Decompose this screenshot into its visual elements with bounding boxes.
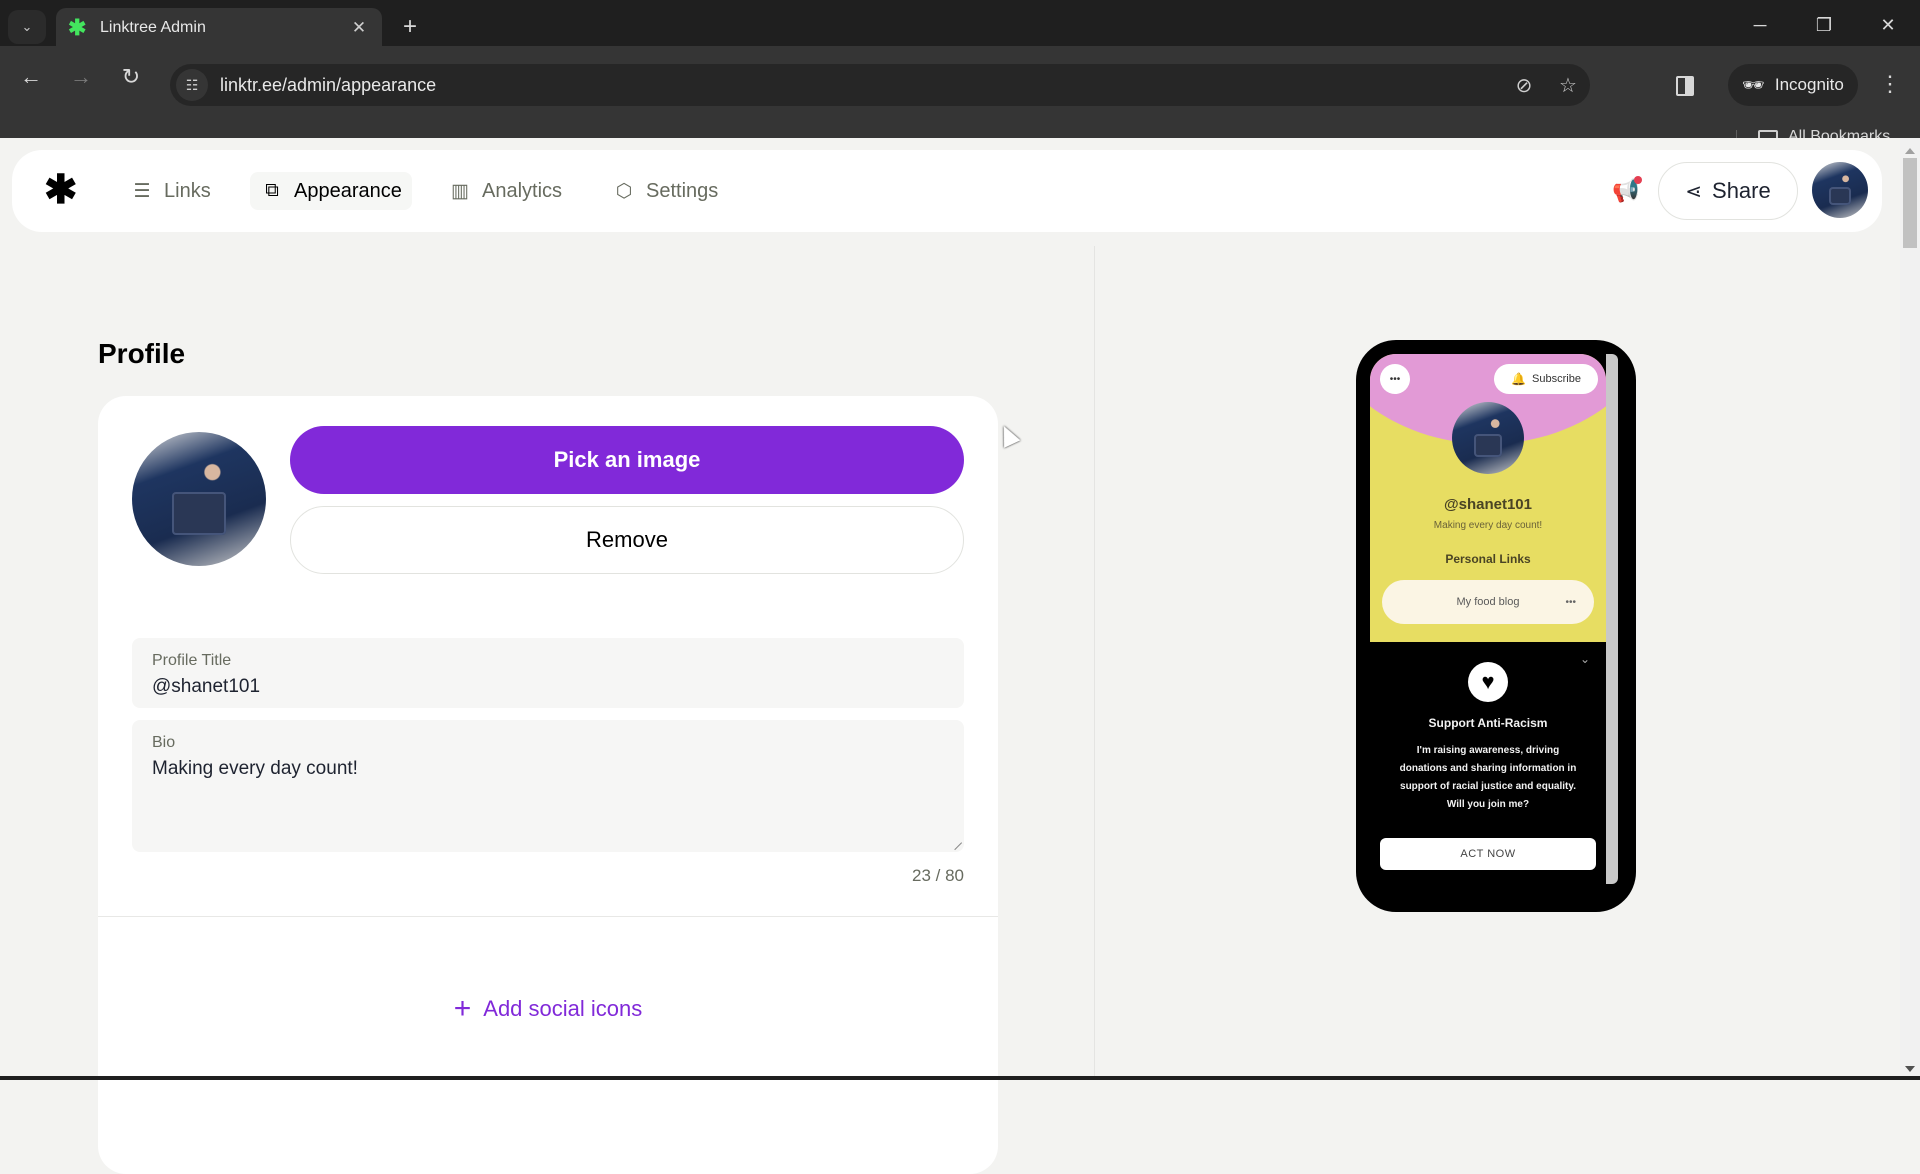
linktree-admin-app: ✱ ☰ Links ⧉ Appearance ▥ Analytics ⬡ Set…: [0, 138, 1920, 1174]
star-icon[interactable]: ☆: [1546, 73, 1590, 98]
browser-toolbar: ← → ↻ ☷ linktr.ee/admin/appearance ⊘ ☆ 🕶…: [0, 46, 1920, 154]
phone-preview: ••• 🔔 Subscribe @shanet101 Making every …: [1356, 340, 1636, 912]
site-info-button[interactable]: ☷: [176, 69, 208, 101]
tab-search-button[interactable]: ⌄: [8, 10, 46, 44]
bio-character-counter: 23 / 80: [912, 866, 964, 885]
tune-icon: ☷: [185, 76, 199, 93]
close-window-button[interactable]: ✕: [1868, 10, 1908, 40]
mouse-cursor-icon: [995, 422, 1021, 448]
resize-handle-icon[interactable]: [947, 835, 963, 851]
profile-card: Pick an image Remove Profile Title @shan…: [98, 396, 998, 1174]
incognito-label: Incognito: [1774, 75, 1844, 94]
bio-field[interactable]: Bio Making every day count!: [132, 720, 964, 852]
chevron-down-icon: ⌄: [21, 19, 33, 34]
nav-links-label: Links: [164, 179, 211, 202]
preview-header: ••• 🔔 Subscribe @shanet101 Making every …: [1370, 354, 1606, 642]
incognito-icon: 🕶: [1742, 74, 1765, 95]
card-divider: [98, 916, 998, 917]
scrollbar-thumb[interactable]: [1903, 158, 1917, 248]
incognito-badge[interactable]: 🕶 Incognito: [1728, 64, 1858, 106]
close-tab-icon[interactable]: ✕: [348, 18, 370, 38]
preview-card-body: I'm raising awareness, driving donations…: [1399, 745, 1577, 810]
side-panel-icon[interactable]: [1676, 76, 1694, 96]
back-button[interactable]: ←: [16, 62, 46, 92]
act-now-button[interactable]: ACT NOW: [1380, 838, 1596, 870]
arrow-right-icon: →: [70, 64, 92, 89]
plus-icon: +: [453, 992, 472, 1025]
nav-analytics[interactable]: ▥ Analytics: [438, 172, 572, 210]
share-icon: ⋖: [1685, 180, 1703, 203]
nav-links[interactable]: ☰ Links: [120, 172, 221, 210]
nav-appearance-label: Appearance: [294, 179, 402, 202]
browser-menu-button[interactable]: ⋮: [1878, 66, 1902, 102]
new-tab-button[interactable]: +: [398, 12, 422, 42]
account-avatar[interactable]: [1812, 162, 1868, 218]
forward-button[interactable]: →: [66, 62, 96, 92]
appearance-icon: ⧉: [265, 180, 279, 201]
preview-card-title: Support Anti-Racism: [1428, 716, 1548, 730]
restore-button[interactable]: ❐: [1804, 10, 1844, 40]
preview-subscribe-label: Subscribe: [1532, 373, 1581, 385]
more-icon[interactable]: •••: [1565, 597, 1576, 608]
reload-icon: ↻: [121, 64, 141, 89]
bio-textarea[interactable]: Making every day count!: [152, 758, 944, 780]
analytics-icon: ▥: [451, 180, 469, 202]
preview-scrollbar: [1606, 354, 1618, 884]
top-navigation: ✱ ☰ Links ⧉ Appearance ▥ Analytics ⬡ Set…: [12, 150, 1882, 232]
bio-label: Bio: [152, 734, 176, 751]
page-scrollbar[interactable]: [1900, 138, 1920, 1080]
preview-link-button[interactable]: My food blog •••: [1382, 580, 1594, 624]
preview-more-button[interactable]: •••: [1380, 364, 1410, 394]
preview-bio: Making every day count!: [1433, 520, 1543, 531]
preview-avatar: [1452, 402, 1524, 474]
preview-subscribe-button[interactable]: 🔔 Subscribe: [1494, 364, 1598, 394]
preview-section-title: Personal Links: [1445, 552, 1531, 566]
heart-icon: ♥: [1468, 662, 1508, 702]
reload-button[interactable]: ↻: [116, 62, 146, 92]
bell-icon: 🔔: [1511, 372, 1527, 386]
share-label: Share: [1712, 178, 1771, 203]
nav-settings-label: Settings: [646, 179, 719, 202]
nav-analytics-label: Analytics: [482, 179, 563, 202]
taskbar-edge: [0, 1076, 1920, 1080]
chevron-down-icon[interactable]: ⌄: [1580, 652, 1590, 666]
address-bar[interactable]: ☷ linktr.ee/admin/appearance ⊘ ☆: [170, 64, 1590, 106]
arrow-left-icon: ←: [20, 64, 42, 89]
announcements-button[interactable]: 📢: [1612, 176, 1642, 208]
nav-settings[interactable]: ⬡ Settings: [602, 172, 728, 210]
pick-image-button[interactable]: Pick an image: [290, 426, 964, 494]
profile-avatar: [132, 432, 266, 566]
profile-title-field[interactable]: Profile Title @shanet101: [132, 638, 964, 708]
browser-tab-strip: ⌄ ✱ Linktree Admin ✕ + ─ ❐ ✕: [0, 0, 1920, 48]
add-social-icons-label: Add social icons: [483, 996, 643, 1021]
nav-appearance[interactable]: ⧉ Appearance: [250, 172, 412, 210]
profile-title-label: Profile Title: [152, 652, 232, 669]
profile-section-title: Profile: [98, 338, 186, 369]
profile-title-input[interactable]: @shanet101: [152, 676, 944, 698]
browser-tab[interactable]: ✱ Linktree Admin ✕: [56, 8, 382, 48]
notification-dot: [1634, 176, 1642, 184]
remove-image-button[interactable]: Remove: [290, 506, 964, 574]
links-icon: ☰: [133, 180, 151, 202]
settings-icon: ⬡: [615, 180, 633, 202]
tab-title: Linktree Admin: [100, 19, 206, 36]
eye-off-icon[interactable]: ⊘: [1502, 73, 1546, 98]
preview-link-label: My food blog: [1456, 596, 1520, 608]
minimize-button[interactable]: ─: [1740, 10, 1780, 40]
scroll-down-icon[interactable]: [1905, 1066, 1915, 1072]
url-text[interactable]: linktr.ee/admin/appearance: [220, 75, 1502, 96]
scroll-up-icon[interactable]: [1905, 148, 1915, 154]
linktree-favicon-icon: ✱: [68, 15, 87, 40]
add-social-icons-button[interactable]: + Add social icons: [98, 992, 998, 1025]
preview-handle: @shanet101: [1443, 496, 1532, 513]
preview-screen: ••• 🔔 Subscribe @shanet101 Making every …: [1370, 354, 1606, 898]
share-button[interactable]: ⋖ Share: [1658, 162, 1798, 220]
panel-divider: [1094, 246, 1095, 1080]
linktree-logo-icon[interactable]: ✱: [44, 170, 78, 210]
